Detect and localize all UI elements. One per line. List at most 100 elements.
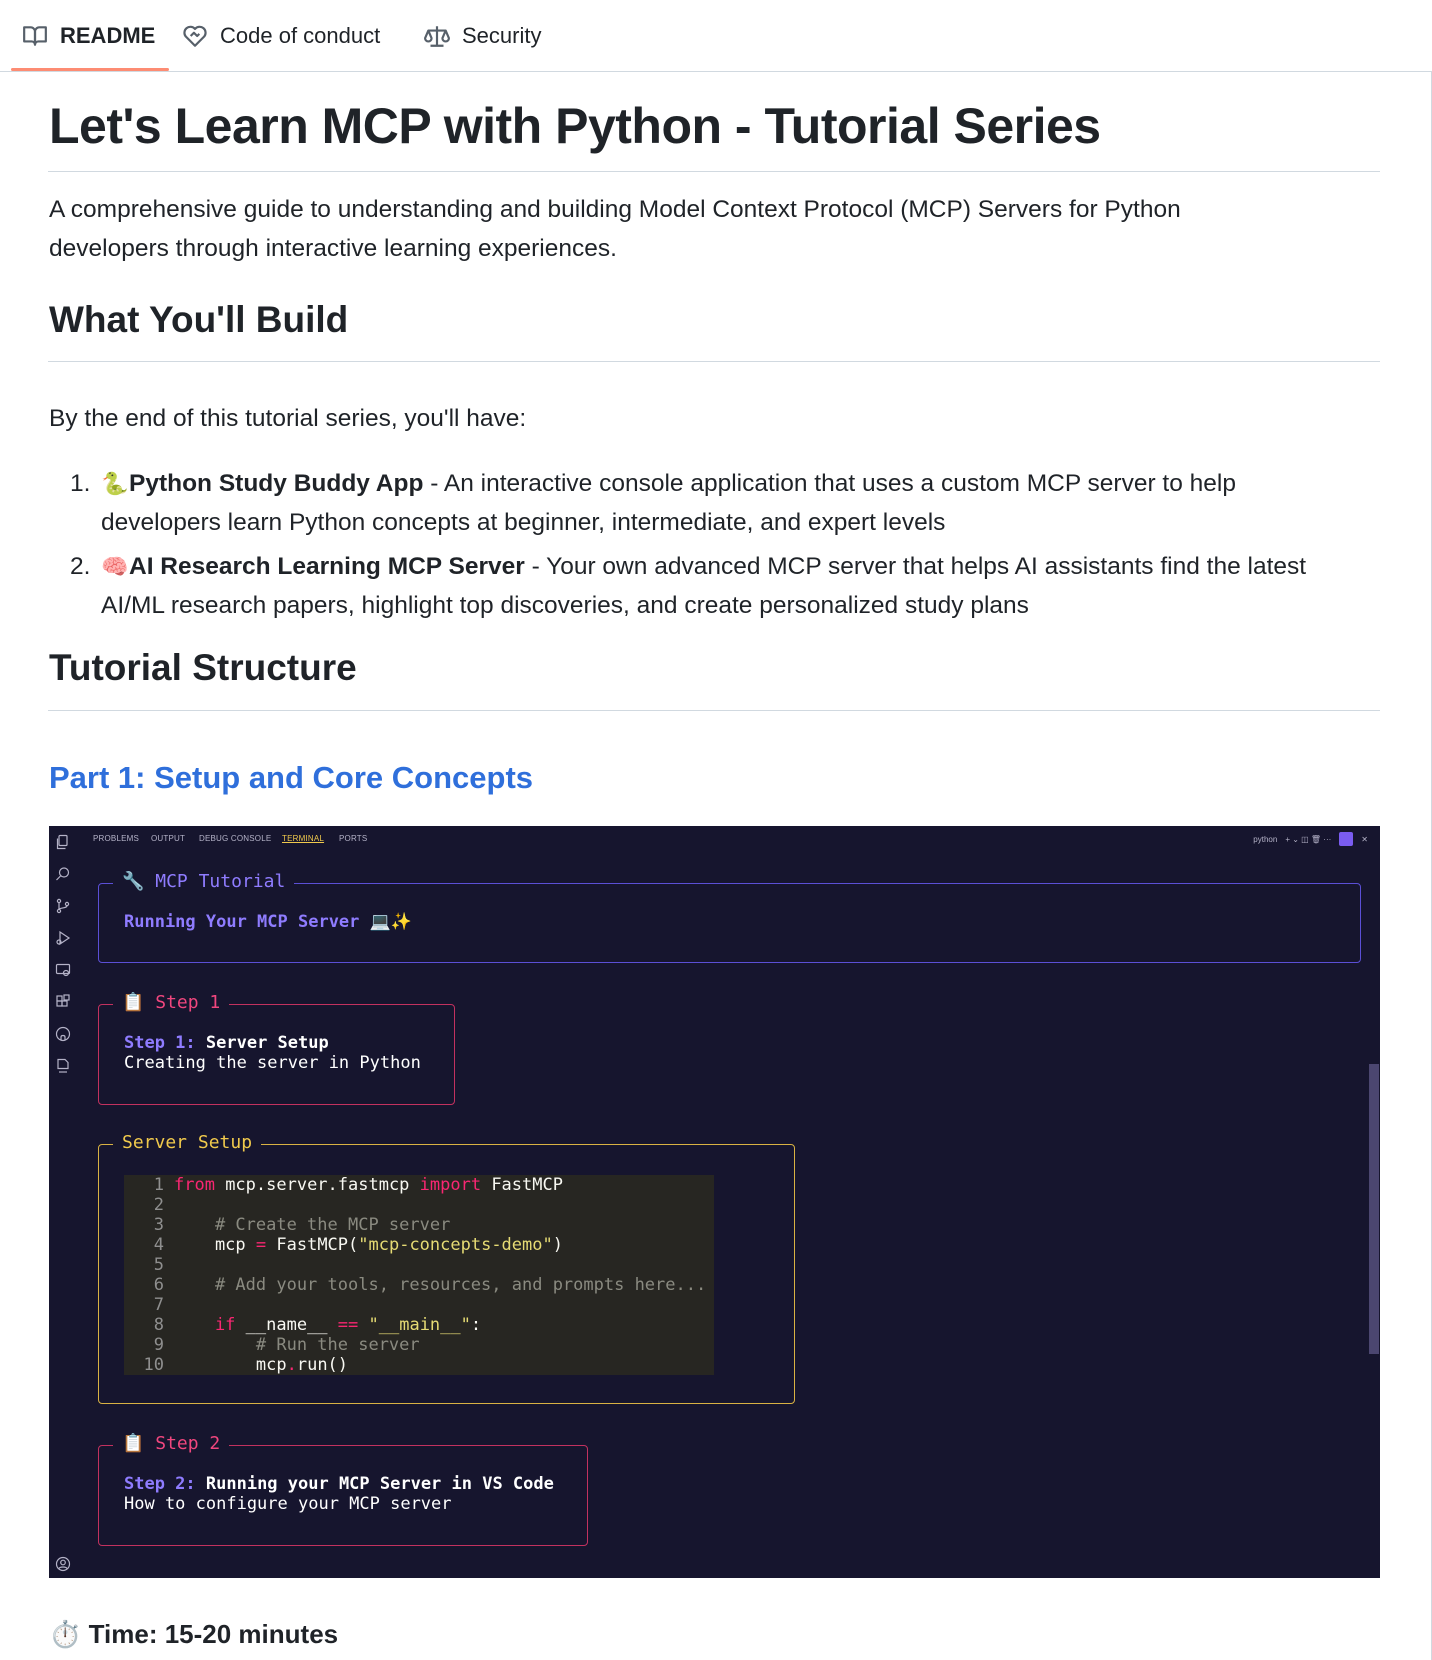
book-icon [23,26,47,46]
item-name: AI Research Learning MCP Server [129,553,525,580]
step-title: 📋 Step 2 [113,1433,230,1454]
step-name: Server Setup [195,1033,329,1053]
server-setup-panel: Server Setup 1 from mcp.server.fastmcp im… [98,1132,795,1404]
code-token: import [419,1175,482,1195]
terminal-scrollbar[interactable] [1369,1064,1379,1354]
code-line: 7 [124,1295,174,1315]
step-label: Step 2: [124,1474,196,1494]
code-token: run() [296,1355,349,1375]
code-token: # Create the MCP server [174,1215,451,1235]
activity-bar [49,826,79,1578]
line-number: 5 [153,1255,164,1275]
tab-ports[interactable]: PORTS [339,834,367,843]
step-name: Running your MCP Server in VS Code [195,1474,554,1494]
explorer-icon [56,834,68,850]
code-token: mcp [174,1235,256,1255]
tab-problems[interactable]: PROBLEMS [93,834,139,843]
stopwatch-icon: ⏱️ [49,1619,82,1649]
step-title: 📋 Step 1 [113,992,230,1013]
line-number: 7 [153,1295,164,1315]
item-desc-continued: developers learn Python concepts at begi… [101,509,946,536]
card-border [1306,71,1432,72]
line-number: 3 [153,1215,164,1235]
tab-security[interactable]: Security [424,0,541,72]
time-label: Time: 15-20 minutes [88,1619,339,1649]
terminal-actions[interactable]: + ⌄ ◫ 🗑 ··· [1285,835,1331,844]
code-token: == [337,1315,359,1335]
time-estimate: ⏱️ Time: 15-20 minutes [49,1619,338,1650]
search-icon [56,867,70,881]
extensions-icon [56,994,70,1007]
shell-label[interactable]: python [1253,835,1277,844]
code-line: 6 # Add your tools, resources, and promp… [124,1275,706,1295]
code-line: 10 mcp.run() [124,1355,349,1375]
line-number: 8 [153,1315,164,1335]
list-item: 2. 🧠AI Research Learning MCP Server - Yo… [49,547,1389,625]
intro-line-2: developers through interactive learning … [49,235,617,262]
list-item-body: 🧠AI Research Learning MCP Server - Your … [101,547,1389,625]
code-line: 5 [124,1255,174,1275]
panel-title: 🔧 MCP Tutorial [113,871,295,892]
code-token: __name__ [235,1315,338,1335]
tab-debug-console[interactable]: DEBUG CONSOLE [199,834,271,843]
tab-readme-label: README [60,23,156,48]
heading-tutorial-structure: Tutorial Structure [49,647,357,688]
account-icon [55,1556,71,1572]
structure-divider [48,710,1380,711]
code-token: FastMCP( [266,1235,359,1255]
part1-heading-link[interactable]: Part 1: Setup and Core Concepts [49,760,533,796]
highlight-text: Running Your MCP Server [124,912,360,932]
title-divider [48,171,1380,172]
build-divider [48,361,1380,362]
close-panel-icon[interactable]: ✕ [1361,835,1368,844]
readme-title: Let's Learn MCP with Python - Tutorial S… [49,98,1101,154]
code-token: FastMCP [481,1175,563,1195]
heading-what-youll-build: What You'll Build [49,299,349,340]
maximize-panel-icon[interactable] [1339,832,1354,846]
tab-readme[interactable]: README [22,0,155,72]
code-token: . [286,1355,297,1375]
code-token: mcp.server.fastmcp [214,1175,420,1195]
tab-code-of-conduct-label: Code of conduct [220,23,381,48]
tab-security-label: Security [462,23,542,48]
tabbar-divider [0,71,1306,72]
panel-title: Server Setup [113,1132,262,1153]
terminal-screenshot: PROBLEMS OUTPUT DEBUG CONSOLE TERMINAL P… [49,826,1380,1578]
brain-icon: 🧠 [101,554,129,579]
code-line: 1 from mcp.server.fastmcp import FastMCP [124,1175,563,1195]
code-line: 3 # Create the MCP server [124,1215,451,1235]
code-token: ) [552,1235,563,1255]
line-number: 2 [153,1195,164,1215]
line-number: 4 [153,1235,164,1255]
code-token: # Run the server [174,1335,420,1355]
remote-explorer-icon [55,963,71,977]
code-line: 2 [124,1195,174,1215]
step-heading: Step 2: Running your MCP Server in VS Co… [124,1474,554,1494]
step-description: Creating the server in Python [124,1053,421,1073]
line-number: 10 [143,1355,164,1375]
law-scale-icon [424,26,450,47]
step-2-panel: 📋 Step 2 Step 2: Running your MCP Server… [98,1433,588,1546]
build-intro: By the end of this tutorial series, you'… [49,405,527,432]
code-token: = [255,1235,267,1255]
snake-icon: 🐍 [101,471,129,496]
heart-handshake-icon [183,25,207,47]
mcp-tutorial-panel: 🔧 MCP Tutorial Running Your MCP Server 💻… [98,871,1361,963]
terminal-controls: python + ⌄ ◫ 🗑 ··· ✕ [1245,831,1368,847]
item-name: Python Study Buddy App [129,470,424,497]
tab-terminal[interactable]: TERMINAL [282,834,324,843]
tab-code-of-conduct[interactable]: Code of conduct [182,0,380,72]
item-desc: - An interactive console application tha… [423,470,1236,497]
tab-output[interactable]: OUTPUT [151,834,185,843]
line-number: 9 [153,1335,164,1355]
run-debug-icon [56,930,71,946]
panel-line: Running Your MCP Server 💻✨ [124,912,412,932]
code-token: if [174,1315,236,1335]
github-icon [55,1026,71,1042]
line-number: 6 [153,1275,164,1295]
step-description: How to configure your MCP server [124,1494,452,1514]
code-token: from [174,1175,215,1195]
laptop-sparkle-icon: 💻✨ [359,912,412,932]
log-icon [57,1058,69,1073]
